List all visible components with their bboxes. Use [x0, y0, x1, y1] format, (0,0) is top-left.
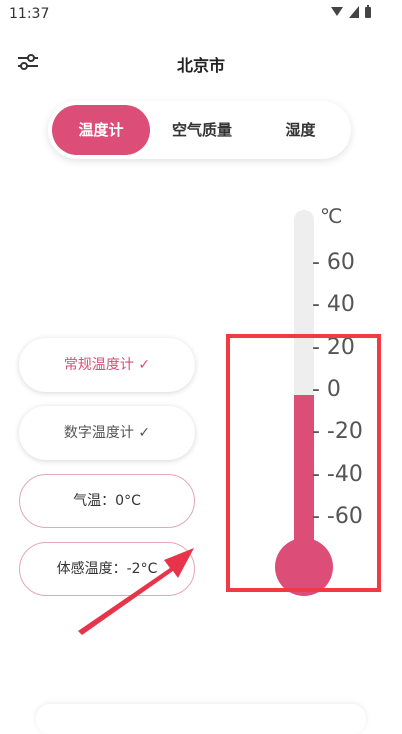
wifi-icon — [349, 6, 359, 18]
tab-bar: 温度计 空气质量 湿度 — [48, 101, 351, 159]
tab-thermometer[interactable]: 温度计 — [52, 105, 150, 155]
status-bar: 11:37 — [0, 0, 402, 30]
unit-label: ℃ — [320, 204, 343, 228]
tab-air-quality[interactable]: 空气质量 — [152, 105, 252, 155]
highlight-box — [226, 334, 381, 592]
bottom-card — [36, 704, 366, 734]
air-temperature-button[interactable]: 气温：0°C — [19, 474, 195, 528]
page-title: 北京市 — [176, 56, 225, 75]
status-icons — [330, 5, 372, 19]
header: 北京市 — [0, 44, 402, 80]
tick-label: - 40 — [312, 292, 355, 317]
digital-thermometer-button[interactable]: 数字温度计 ✓ — [19, 406, 195, 460]
tick-label: - 60 — [312, 250, 355, 275]
tab-humidity[interactable]: 湿度 — [254, 105, 347, 155]
signal-icon — [331, 7, 343, 16]
status-time: 11:37 — [9, 6, 50, 22]
regular-thermometer-button[interactable]: 常规温度计 ✓ — [19, 338, 195, 392]
arrow-annotation — [78, 548, 194, 635]
battery-icon — [365, 5, 371, 18]
